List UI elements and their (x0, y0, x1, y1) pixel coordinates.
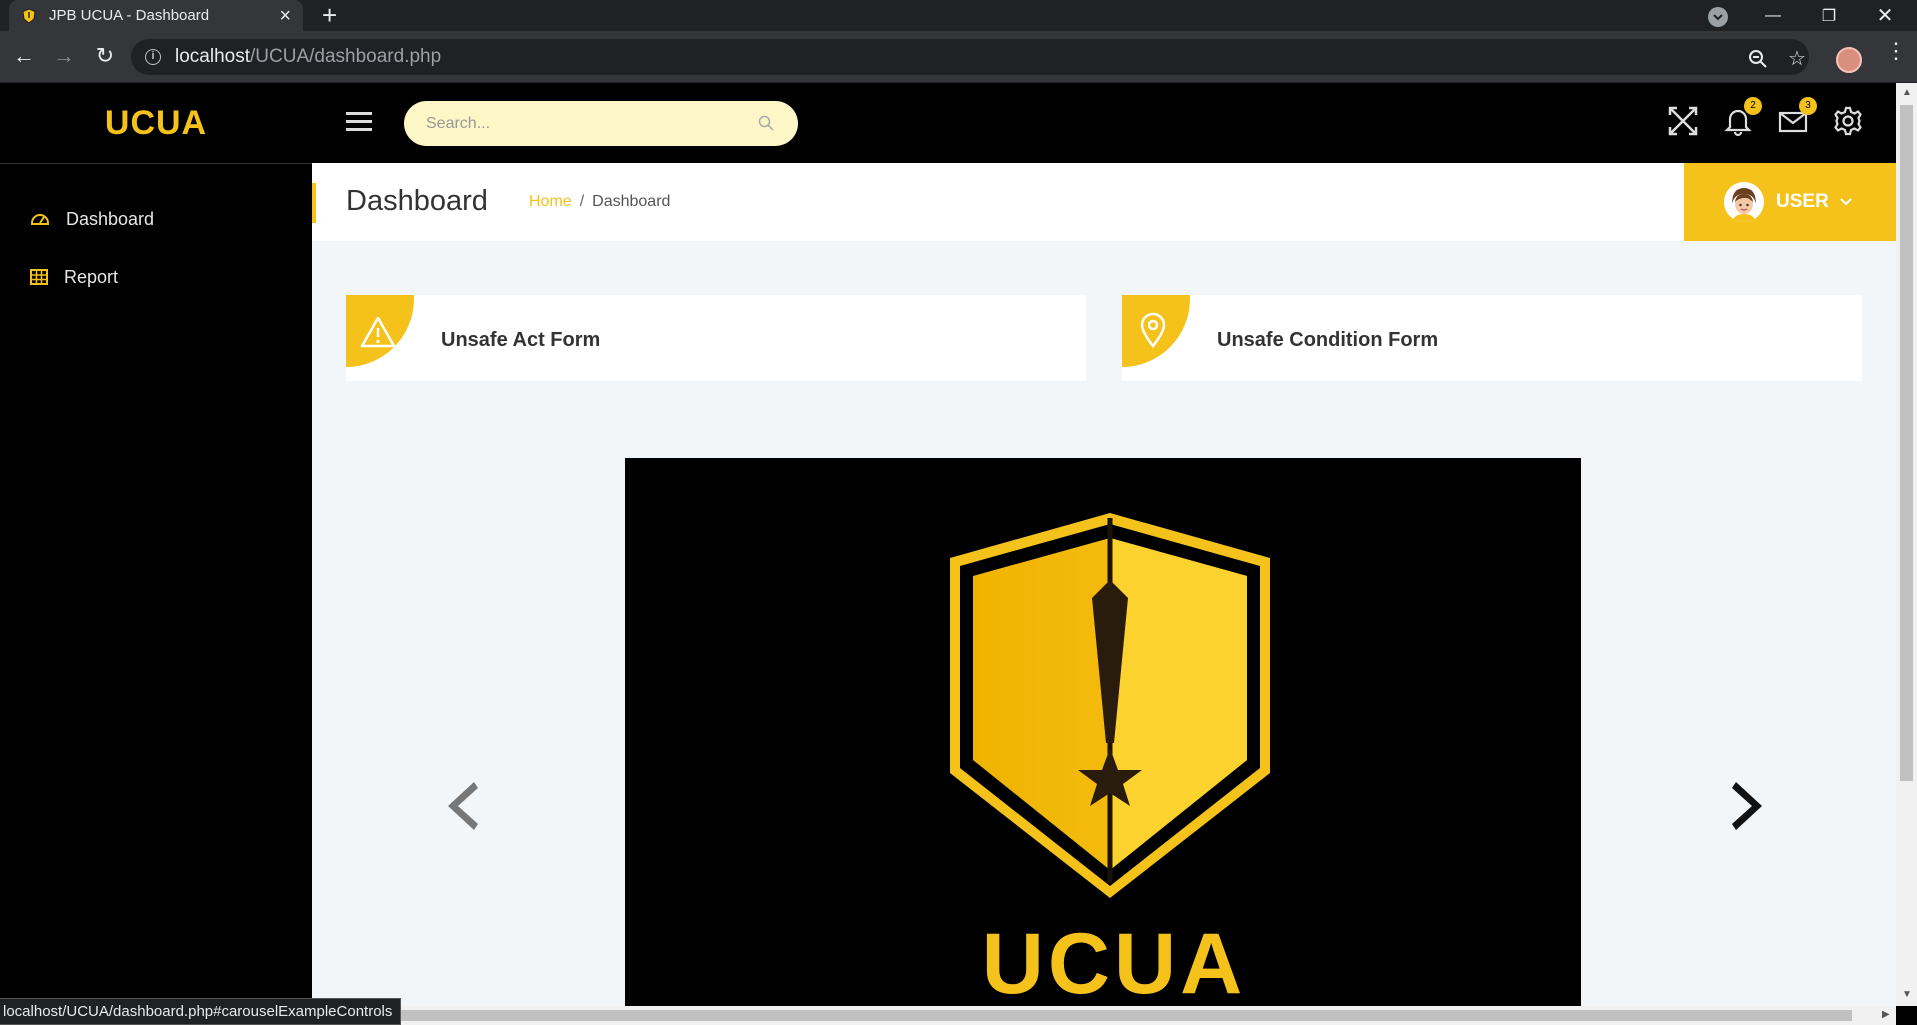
map-pin-icon (1140, 312, 1166, 348)
scroll-down-icon[interactable]: ▼ (1902, 989, 1912, 1000)
sidebar-item-report[interactable]: Report (30, 262, 118, 292)
breadcrumb: Home / Dashboard (529, 193, 670, 211)
vertical-scrollbar[interactable]: ▲ ▼ (1896, 83, 1917, 1006)
scroll-up-icon[interactable]: ▲ (1902, 87, 1912, 98)
tab-search-icon[interactable] (1708, 7, 1728, 27)
user-avatar (1724, 182, 1764, 222)
breadcrumb-current: Dashboard (592, 193, 671, 210)
sidebar-item-dashboard[interactable]: Dashboard (30, 204, 154, 234)
user-label: USER (1776, 191, 1829, 212)
logo-text: UCUA (982, 916, 1246, 1006)
messages-button[interactable]: 3 (1777, 97, 1817, 137)
scrollbar-thumb[interactable] (312, 1010, 1852, 1021)
scroll-right-icon[interactable]: ▶ (1882, 1009, 1890, 1020)
url-path: /UCUA/dashboard.php (250, 46, 442, 67)
ucua-shield-logo: UCUA (950, 513, 1270, 1006)
breadcrumb-separator: / (579, 193, 585, 210)
minimize-icon[interactable]: — (1745, 0, 1801, 31)
brand-logo[interactable]: UCUA (0, 83, 312, 163)
carousel-slide: UCUA (625, 458, 1581, 1006)
search-input[interactable] (426, 101, 726, 146)
title-accent-bar (312, 183, 316, 223)
messages-badge: 3 (1799, 97, 1817, 115)
notifications-badge: 2 (1744, 97, 1762, 115)
new-tab-icon[interactable]: + (322, 2, 337, 28)
tab-title: JPB UCUA - Dashboard (49, 7, 210, 24)
status-bar-url: localhost/UCUA/dashboard.php#carouselExa… (0, 998, 402, 1025)
card-label: Unsafe Act Form (441, 329, 601, 351)
gauge-icon (31, 214, 49, 225)
browser-tab[interactable]: JPB UCUA - Dashboard × (9, 0, 303, 31)
horizontal-scrollbar[interactable]: ▶ (312, 1006, 1896, 1025)
address-bar[interactable]: i localhost/UCUA/dashboard.php (131, 39, 1809, 75)
carousel-next-icon[interactable] (1726, 776, 1774, 836)
card-label: Unsafe Condition Form (1217, 329, 1439, 351)
url-host: localhost (175, 46, 250, 67)
info-icon[interactable]: i (145, 49, 161, 65)
page-title: Dashboard (346, 185, 488, 217)
card-icon-badge (346, 295, 414, 367)
browser-menu-icon[interactable]: ⋮ (1885, 40, 1907, 62)
zoom-icon[interactable] (1748, 49, 1768, 69)
back-icon[interactable]: ← (11, 44, 37, 70)
profile-avatar[interactable] (1836, 47, 1862, 73)
fullscreen-icon[interactable] (1667, 105, 1699, 137)
main-content: Dashboard Home / Dashboard USER Unsafe A… (312, 163, 1896, 1006)
user-avatar-icon (1724, 182, 1764, 222)
page-header: Dashboard Home / Dashboard USER (312, 163, 1896, 241)
breadcrumb-home-link[interactable]: Home (529, 193, 572, 211)
browser-toolbar: ← → ↻ i localhost/UCUA/dashboard.php ☆ (0, 31, 1917, 83)
carousel-prev-icon[interactable] (436, 776, 484, 836)
unsafe-act-form-card[interactable]: Unsafe Act Form (346, 295, 1086, 381)
bookmark-star-icon[interactable]: ☆ (1788, 46, 1806, 71)
sidebar-item-label: Dashboard (66, 208, 155, 229)
search-icon[interactable] (758, 115, 774, 131)
reload-icon[interactable]: ↻ (92, 44, 118, 70)
sidebar: Dashboard Report (0, 163, 312, 1025)
shield-favicon-icon (22, 7, 36, 24)
search-box (404, 101, 798, 146)
restore-icon[interactable]: ❐ (1801, 0, 1857, 31)
chevron-down-icon (1840, 198, 1852, 206)
carousel: UCUA (312, 458, 1896, 1006)
unsafe-condition-form-card[interactable]: Unsafe Condition Form (1122, 295, 1862, 381)
card-icon-badge (1122, 295, 1190, 367)
gear-icon[interactable] (1832, 105, 1864, 137)
forward-icon[interactable]: → (51, 44, 77, 70)
scrollbar-thumb[interactable] (1900, 105, 1913, 781)
warning-icon (360, 316, 396, 348)
hamburger-menu-icon[interactable] (346, 112, 372, 132)
table-icon (30, 269, 48, 285)
browser-tab-bar: JPB UCUA - Dashboard × + — ❐ ✕ (0, 0, 1917, 31)
app-header: UCUA 2 3 (0, 83, 1896, 163)
sidebar-item-label: Report (64, 266, 119, 287)
notifications-button[interactable]: 2 (1722, 97, 1762, 137)
tab-close-icon[interactable]: × (279, 6, 291, 26)
user-menu-button[interactable]: USER (1684, 163, 1896, 241)
close-window-icon[interactable]: ✕ (1857, 0, 1913, 31)
